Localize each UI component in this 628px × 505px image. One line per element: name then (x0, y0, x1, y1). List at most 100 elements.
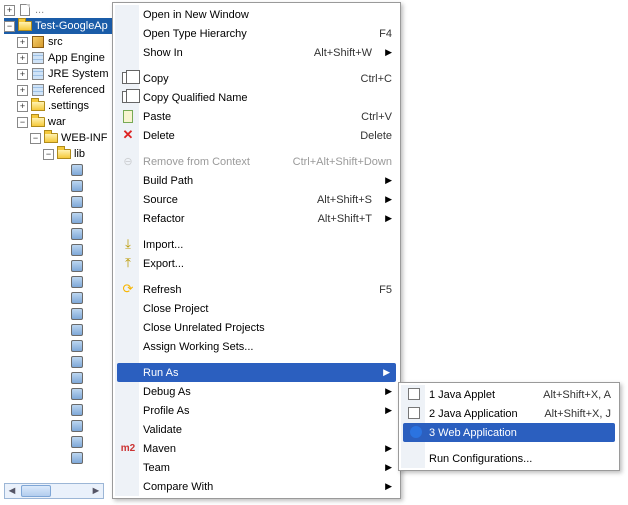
submenu-arrow-icon: ▶ (382, 443, 392, 454)
tree-row-jar[interactable] (4, 306, 119, 322)
menu-source[interactable]: Source Alt+Shift+S ▶ (115, 190, 398, 209)
menu-label: Close Unrelated Projects (143, 322, 265, 334)
menu-compare-with[interactable]: Compare With ▶ (115, 477, 398, 496)
menu-debug-as[interactable]: Debug As ▶ (115, 382, 398, 401)
package-icon (30, 35, 46, 49)
tree-row-jar[interactable] (4, 162, 119, 178)
tree-row-jar[interactable] (4, 258, 119, 274)
tree-row-jar[interactable] (4, 418, 119, 434)
collapse-toggle[interactable]: − (17, 117, 28, 128)
tree-row-jar[interactable] (4, 194, 119, 210)
folder-open-icon (43, 131, 59, 145)
tree-row-jar[interactable] (4, 450, 119, 466)
collapse-toggle[interactable]: − (30, 133, 41, 144)
menu-open-type-hierarchy[interactable]: Open Type Hierarchy F4 (115, 24, 398, 43)
tree-row-jar[interactable] (4, 434, 119, 450)
menu-open-new-window[interactable]: Open in New Window (115, 5, 398, 24)
submenu-arrow-icon: ▶ (380, 367, 390, 378)
menu-maven[interactable]: m2 Maven ▶ (115, 439, 398, 458)
expand-toggle[interactable]: + (17, 101, 28, 112)
menu-label: Copy (143, 73, 169, 85)
menu-run-as[interactable]: Run As ▶ (117, 363, 396, 382)
tree-row-jar[interactable] (4, 274, 119, 290)
menu-refresh[interactable]: ⟳ Refresh F5 (115, 280, 398, 299)
tree-row-jar[interactable] (4, 242, 119, 258)
menu-separator (115, 145, 398, 152)
submenu-web-application[interactable]: 3 Web Application (403, 423, 615, 442)
tree-row[interactable]: + ... (4, 2, 119, 18)
tree-row[interactable]: + Referenced (4, 82, 119, 98)
menu-delete[interactable]: ✕ Delete Delete (115, 126, 398, 145)
tree-row[interactable]: + JRE System (4, 66, 119, 82)
tree-row-jar[interactable] (4, 210, 119, 226)
tree-row[interactable]: − war (4, 114, 119, 130)
submenu-arrow-icon: ▶ (382, 386, 392, 397)
horizontal-scrollbar[interactable]: ◄ ► (4, 483, 104, 499)
tree-row[interactable]: − WEB-INF (4, 130, 119, 146)
jar-icon (69, 323, 85, 337)
menu-copy[interactable]: Copy Ctrl+C (115, 69, 398, 88)
tree-row-jar[interactable] (4, 354, 119, 370)
menu-import[interactable]: ⤓ Import... (115, 235, 398, 254)
menu-label: Copy Qualified Name (143, 92, 248, 104)
menu-build-path[interactable]: Build Path ▶ (115, 171, 398, 190)
expand-toggle[interactable]: + (4, 5, 15, 16)
library-icon (30, 51, 46, 65)
tree-row-jar[interactable] (4, 402, 119, 418)
submenu-java-application[interactable]: 2 Java Application Alt+Shift+X, J (401, 404, 617, 423)
tree-label: ... (35, 4, 44, 16)
package-explorer-tree[interactable]: + ... − Test-GoogleAp + src + App Engine… (4, 0, 119, 466)
tree-row[interactable]: + src (4, 34, 119, 50)
scrollbar-thumb[interactable] (21, 485, 51, 497)
scroll-right-icon[interactable]: ► (89, 484, 103, 498)
refresh-icon: ⟳ (119, 281, 137, 297)
expand-toggle[interactable]: + (17, 85, 28, 96)
menu-label: Open Type Hierarchy (143, 28, 247, 40)
collapse-toggle[interactable]: − (43, 149, 54, 160)
expand-toggle[interactable]: + (17, 37, 28, 48)
submenu-run-configurations[interactable]: Run Configurations... (401, 449, 617, 468)
menu-accelerator: Delete (340, 130, 392, 142)
submenu-java-applet[interactable]: 1 Java Applet Alt+Shift+X, A (401, 385, 617, 404)
menu-remove-from-context: ⊖ Remove from Context Ctrl+Alt+Shift+Dow… (115, 152, 398, 171)
tree-row-jar[interactable] (4, 386, 119, 402)
submenu-arrow-icon: ▶ (382, 47, 392, 58)
expand-toggle[interactable]: + (17, 53, 28, 64)
menu-export[interactable]: ⤒ Export... (115, 254, 398, 273)
menu-assign-working-sets[interactable]: Assign Working Sets... (115, 337, 398, 356)
menu-label: Run As (143, 367, 178, 379)
jar-icon (69, 403, 85, 417)
collapse-toggle[interactable]: − (4, 21, 15, 32)
tree-row-jar[interactable] (4, 226, 119, 242)
menu-show-in[interactable]: Show In Alt+Shift+W ▶ (115, 43, 398, 62)
menu-separator (115, 273, 398, 280)
tree-row-selected[interactable]: − Test-GoogleAp (4, 18, 119, 34)
menu-accelerator: Alt+Shift+X, J (536, 408, 611, 420)
tree-row-jar[interactable] (4, 322, 119, 338)
menu-copy-qualified-name[interactable]: Copy Qualified Name (115, 88, 398, 107)
menu-refactor[interactable]: Refactor Alt+Shift+T ▶ (115, 209, 398, 228)
expand-toggle[interactable]: + (17, 69, 28, 80)
tree-row[interactable]: + App Engine (4, 50, 119, 66)
menu-label: Import... (143, 239, 183, 251)
menu-accelerator: Alt+Shift+X, A (535, 389, 611, 401)
menu-validate[interactable]: Validate (115, 420, 398, 439)
menu-label: Delete (143, 130, 175, 142)
tree-row-jar[interactable] (4, 178, 119, 194)
menu-close-unrelated-projects[interactable]: Close Unrelated Projects (115, 318, 398, 337)
scroll-left-icon[interactable]: ◄ (5, 484, 19, 498)
menu-accelerator: Alt+Shift+S (297, 194, 372, 206)
tree-row-jar[interactable] (4, 290, 119, 306)
menu-close-project[interactable]: Close Project (115, 299, 398, 318)
menu-paste[interactable]: Paste Ctrl+V (115, 107, 398, 126)
tree-row[interactable]: + .settings (4, 98, 119, 114)
jar-icon (69, 371, 85, 385)
tree-row[interactable]: − lib (4, 146, 119, 162)
menu-profile-as[interactable]: Profile As ▶ (115, 401, 398, 420)
menu-label: Paste (143, 111, 171, 123)
menu-team[interactable]: Team ▶ (115, 458, 398, 477)
tree-label: war (48, 116, 66, 128)
tree-row-jar[interactable] (4, 338, 119, 354)
remove-context-icon: ⊖ (119, 153, 137, 169)
tree-row-jar[interactable] (4, 370, 119, 386)
